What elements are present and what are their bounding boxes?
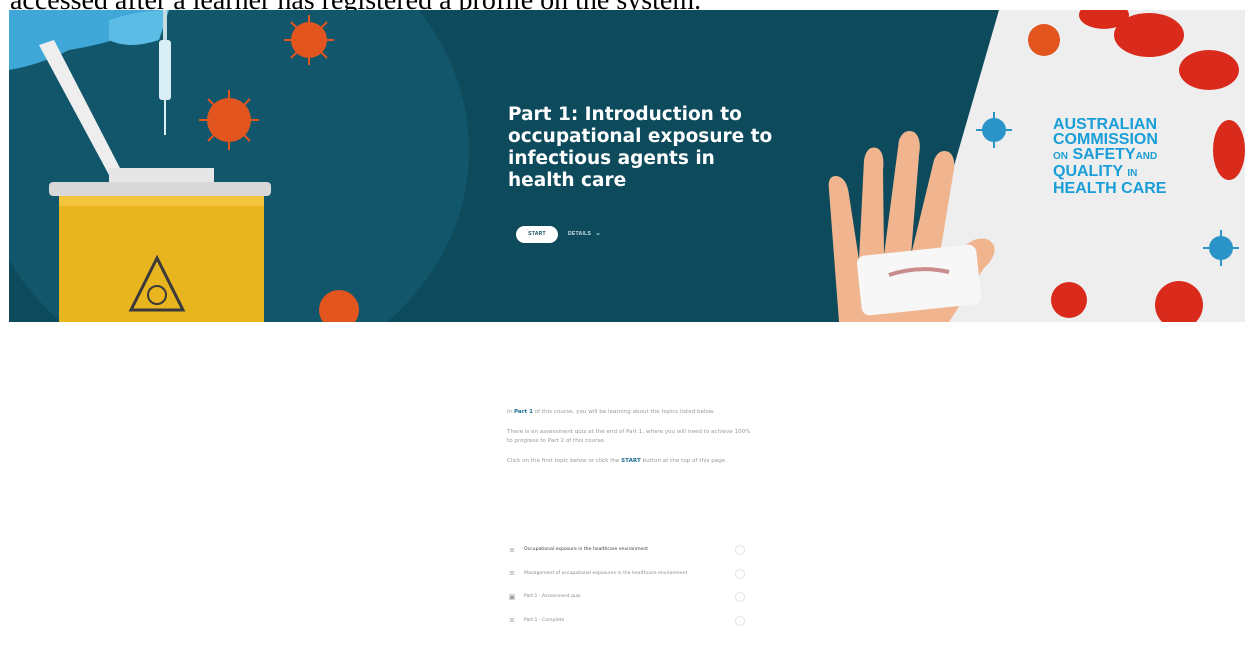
topic-label: Part 1 - Assessment quiz: [524, 594, 581, 600]
lesson-icon: ≡: [509, 545, 515, 554]
intro-paragraph-1: In Part 1 of this course, you will be le…: [507, 409, 715, 415]
completion-status-icon: [735, 568, 745, 579]
quiz-icon: ▣: [508, 592, 516, 601]
topic-label: Part 1 - Complete: [524, 617, 565, 623]
topic-item[interactable]: ≡ Management of occupational exposures i…: [507, 562, 747, 586]
topic-list: ≡ Occupational exposure in the healthcar…: [507, 538, 747, 632]
lesson-icon: ≡: [509, 569, 515, 578]
topic-item[interactable]: ≡ Occupational exposure in the healthcar…: [507, 538, 747, 562]
details-label: DETAILS: [568, 231, 592, 237]
topic-item[interactable]: ≡ Part 1 - Complete: [507, 609, 747, 633]
lesson-icon: ≡: [509, 616, 515, 625]
course-title: Part 1: Introduction to occupational exp…: [508, 104, 773, 191]
intro-paragraph-2: There is an assessment quiz at the end o…: [507, 429, 751, 444]
intro-paragraph-3: Click on the first topic below or click …: [507, 458, 727, 464]
commission-logo: AUSTRALIAN COMMISSION ON SAFETYAND QUALI…: [1053, 116, 1167, 197]
chevron-down-icon: ⌄: [595, 230, 602, 237]
completion-status-icon: [735, 615, 745, 626]
details-dropdown[interactable]: DETAILS ⌄: [568, 228, 601, 240]
start-button[interactable]: START: [516, 226, 558, 243]
completion-status-icon: [735, 545, 745, 555]
course-intro: In Part 1 of this course, you will be le…: [507, 408, 757, 477]
course-hero-banner: Part 1: Introduction to occupational exp…: [9, 10, 1245, 322]
topic-item[interactable]: ▣ Part 1 - Assessment quiz: [507, 585, 747, 609]
topic-label: Occupational exposure in the healthcare …: [524, 547, 649, 553]
topic-label: Management of occupational exposures in …: [524, 570, 688, 576]
completion-status-icon: [735, 592, 745, 602]
